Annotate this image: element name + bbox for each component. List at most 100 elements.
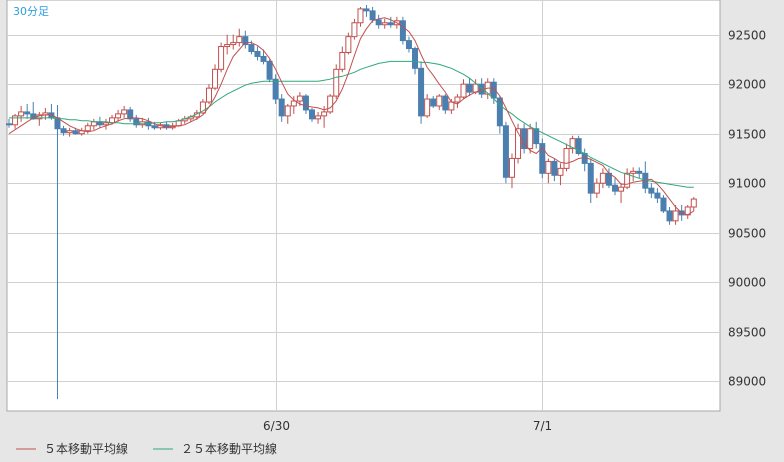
candle-body: [24, 111, 31, 115]
candle-body: [333, 68, 340, 97]
candle-down: [272, 74, 279, 104]
candle-body: [405, 40, 412, 50]
candle-body: [630, 170, 637, 174]
candle-body: [430, 98, 437, 107]
candle-body: [151, 125, 158, 129]
candle-body: [466, 83, 473, 93]
candle-body: [218, 46, 225, 70]
candle-body: [242, 36, 249, 46]
chart-widget: 6/30 7/1 89000 89500 90000 90500 91000 91500 92…: [0, 0, 784, 462]
candle-body: [327, 95, 334, 113]
candle-body: [460, 83, 467, 98]
candle-body: [102, 122, 109, 126]
candle-body: [442, 95, 449, 111]
y-tick-label: 90000: [728, 276, 766, 290]
candle-body: [284, 105, 291, 117]
candle-body: [296, 95, 303, 102]
candle-body: [309, 109, 315, 120]
candle-body: [321, 111, 328, 117]
candle-body: [72, 130, 79, 135]
y-tick-label: 91500: [728, 128, 766, 142]
candle-body: [672, 210, 679, 222]
x-tick-label: 6/30: [263, 419, 290, 433]
candle-body: [412, 48, 419, 69]
candle-body: [436, 95, 443, 107]
candle-body: [339, 51, 346, 70]
plot-area: [6, 0, 721, 412]
candle-body: [302, 95, 309, 111]
candle-body: [363, 8, 370, 12]
candle-body: [496, 97, 503, 127]
candle-body: [618, 186, 625, 192]
candle-body: [605, 172, 612, 186]
candle-body: [230, 42, 237, 46]
candle-body: [345, 36, 352, 53]
candle-body: [60, 128, 67, 134]
candle-body: [508, 157, 515, 178]
candle-body: [648, 187, 655, 194]
candle-body: [599, 172, 606, 184]
candle-body: [369, 10, 376, 21]
candle-up: [327, 94, 334, 114]
candle-down: [660, 195, 667, 213]
candle-body: [527, 128, 534, 150]
candle-body: [557, 167, 564, 176]
candle-up: [218, 42, 225, 73]
candle-body: [12, 115, 19, 126]
candle-body: [381, 22, 388, 26]
candle-body: [545, 160, 552, 174]
candle-body: [387, 22, 394, 26]
y-tick-label: 92000: [728, 78, 766, 92]
candle-body: [121, 109, 128, 115]
candle-down: [539, 138, 546, 179]
candle-up: [333, 64, 340, 100]
candle-body: [636, 170, 643, 174]
candle-body: [654, 192, 661, 199]
candle-body: [357, 8, 364, 24]
candle-body: [593, 182, 600, 194]
candle-down: [418, 61, 425, 124]
candle-down: [502, 121, 509, 184]
candle-body: [84, 125, 91, 132]
candle-body: [502, 125, 509, 178]
y-tick-label: 89500: [728, 326, 766, 340]
y-tick-label: 92500: [728, 29, 766, 43]
candle-body: [448, 101, 455, 111]
y-tick-label: 90500: [728, 227, 766, 241]
legend-label-ma5: ５本移動平均線: [44, 441, 128, 456]
candle-body: [690, 198, 697, 208]
candle-body: [454, 96, 461, 103]
candle-body: [563, 148, 570, 169]
legend-label-ma25: ２５本移動平均線: [181, 441, 277, 456]
candle-down: [521, 123, 528, 154]
candle-body: [6, 123, 12, 126]
candle-body: [248, 44, 255, 52]
candle-body: [660, 197, 667, 212]
candle-body: [254, 50, 261, 57]
candlestick-chart: 6/30 7/1 89000 89500 90000 90500 91000 91500 92…: [0, 0, 784, 462]
candle-body: [375, 19, 382, 26]
candle-body: [587, 162, 594, 194]
candle-body: [272, 78, 279, 100]
candle-body: [351, 22, 358, 38]
candle-body: [260, 55, 267, 62]
candle-down: [399, 16, 406, 45]
candle-body: [236, 36, 243, 44]
candle-body: [212, 68, 219, 89]
candle-body: [90, 121, 97, 127]
candle-body: [612, 184, 618, 192]
candle-body: [424, 98, 431, 117]
candle-body: [399, 20, 406, 42]
x-tick-label: 7/1: [533, 419, 552, 433]
candle-body: [205, 87, 212, 103]
candle-body: [18, 111, 25, 117]
timeframe-label: 30分足: [13, 5, 49, 18]
y-tick-label: 91000: [728, 177, 766, 191]
candle-body: [315, 115, 322, 120]
y-tick-label: 89000: [728, 375, 766, 389]
candle-body: [66, 130, 73, 134]
candle-body: [290, 100, 297, 107]
candle-down: [266, 59, 273, 83]
candle-body: [551, 160, 558, 176]
candle-body: [418, 67, 425, 117]
